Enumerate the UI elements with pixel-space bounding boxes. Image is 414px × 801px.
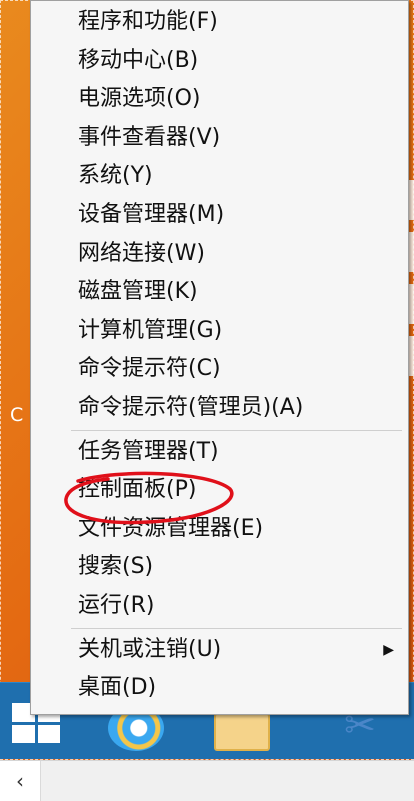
menu-item-command-prompt-admin[interactable]: 命令提示符(管理员)(A) — [31, 389, 408, 428]
desktop-partial-text: C — [10, 404, 24, 426]
menu-item-power-options[interactable]: 电源选项(O) — [31, 80, 408, 119]
menu-item-control-panel[interactable]: 控制面板(P) — [31, 471, 408, 510]
menu-item-desktop[interactable]: 桌面(D) — [31, 669, 408, 708]
menu-separator — [71, 627, 402, 629]
menu-item-shutdown-signout[interactable]: 关机或注销(U) ▶ — [31, 631, 408, 670]
menu-item-mobility-center[interactable]: 移动中心(B) — [31, 42, 408, 81]
file-explorer-icon[interactable] — [214, 713, 270, 751]
menu-item-device-manager[interactable]: 设备管理器(M) — [31, 196, 408, 235]
menu-item-event-viewer[interactable]: 事件查看器(V) — [31, 119, 408, 158]
winx-context-menu: 程序和功能(F) 移动中心(B) 电源选项(O) 事件查看器(V) 系统(Y) … — [30, 0, 409, 715]
menu-item-computer-management[interactable]: 计算机管理(G) — [31, 312, 408, 351]
menu-item-disk-management[interactable]: 磁盘管理(K) — [31, 273, 408, 312]
horizontal-scrollbar[interactable]: ‹ — [0, 760, 414, 801]
triangle-right-icon: ▶ — [383, 641, 394, 658]
menu-item-file-explorer[interactable]: 文件资源管理器(E) — [31, 510, 408, 549]
menu-item-label: 关机或注销(U) — [78, 636, 222, 662]
menu-separator — [71, 429, 402, 431]
menu-item-search[interactable]: 搜索(S) — [31, 548, 408, 587]
menu-item-programs-features[interactable]: 程序和功能(F) — [31, 3, 408, 42]
menu-item-network-connections[interactable]: 网络连接(W) — [31, 235, 408, 274]
chevron-left-icon[interactable]: ‹ — [0, 761, 41, 801]
menu-item-run[interactable]: 运行(R) — [31, 587, 408, 626]
menu-item-system[interactable]: 系统(Y) — [31, 157, 408, 196]
menu-item-task-manager[interactable]: 任务管理器(T) — [31, 433, 408, 472]
menu-item-command-prompt[interactable]: 命令提示符(C) — [31, 350, 408, 389]
